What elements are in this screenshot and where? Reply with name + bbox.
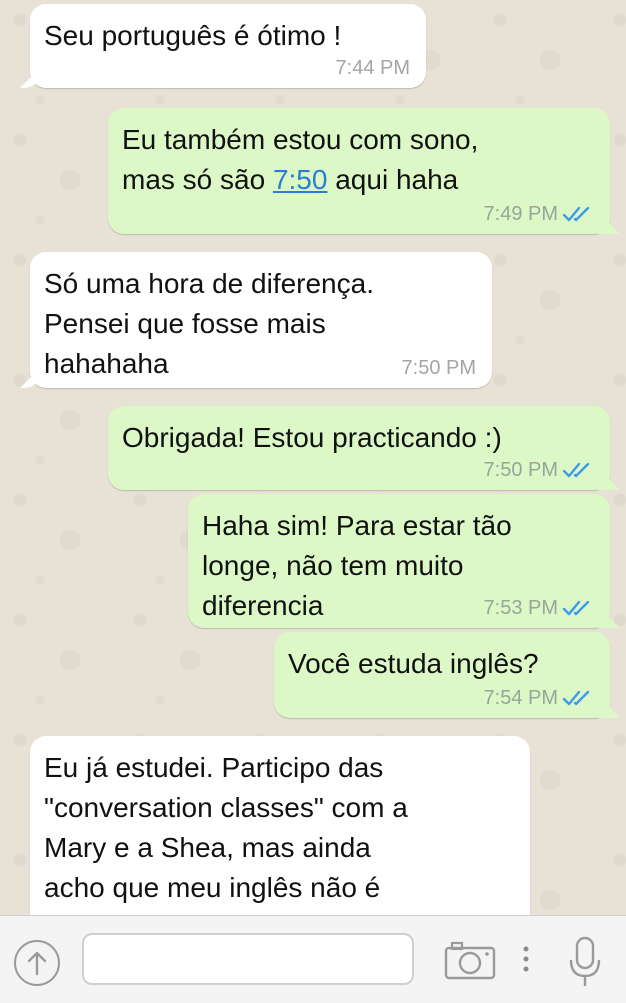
message-text: Pensei que fosse mais [44, 308, 326, 339]
message-bubble-outgoing[interactable]: Você estuda inglês? 7:54 PM [274, 632, 610, 718]
message-time: 7:54 PM [483, 687, 558, 709]
message-text: Só uma hora de diferença. [44, 268, 374, 299]
double-check-icon [562, 462, 590, 478]
double-check-icon [562, 206, 590, 222]
message-text: Eu também estou com sono, [122, 124, 479, 155]
voice-record-button[interactable] [568, 934, 602, 990]
more-button[interactable] [522, 944, 530, 974]
message-text-part: mas só são [122, 164, 273, 195]
message-bubble-incoming[interactable]: Eu já estudei. Participo das "conversati… [30, 736, 530, 915]
message-bubble-incoming[interactable]: Seu português é ótimo ! 7:44 PM [30, 4, 426, 88]
double-check-icon [562, 690, 590, 706]
message-text: Mary e a Shea, mas ainda [44, 832, 371, 863]
message-bubble-outgoing[interactable]: Eu também estou com sono, mas só são 7:5… [108, 108, 610, 234]
message-text: "conversation classes" com a [44, 792, 408, 823]
message-list[interactable]: Seu português é ótimo ! 7:44 PM Eu també… [0, 0, 626, 915]
message-input[interactable] [82, 933, 414, 985]
message-text: longe, não tem muito [202, 550, 464, 581]
message-input-bar [0, 915, 626, 1003]
message-meta: 7:49 PM [484, 202, 594, 226]
message-time: 7:49 PM [483, 203, 558, 225]
microphone-icon [569, 936, 601, 986]
camera-button[interactable] [444, 940, 496, 980]
double-check-icon [562, 600, 590, 616]
message-meta: 7:53 PM [484, 596, 594, 620]
message-text: Obrigada! Estou practicando :) [122, 422, 502, 453]
message-meta: 7:50 PM [484, 458, 594, 482]
upload-icon [27, 951, 47, 976]
message-text-line2: mas só são 7:50 aqui haha [122, 160, 594, 200]
message-time: 7:44 PM [335, 57, 410, 79]
message-bubble-incoming[interactable]: Só uma hora de diferença. Pensei que fos… [30, 252, 492, 388]
message-time: 7:50 PM [401, 357, 476, 379]
message-text: b [44, 908, 514, 915]
camera-icon [444, 941, 496, 980]
more-vertical-icon [523, 946, 529, 972]
message-text-part: aqui haha [327, 164, 459, 195]
message-text: Haha sim! Para estar tão [202, 510, 512, 541]
message-meta: 7:44 PM [336, 56, 410, 80]
message-text: Você estuda inglês? [288, 648, 539, 679]
message-meta: 7:50 PM [402, 356, 476, 380]
upload-button[interactable] [14, 940, 60, 986]
message-text: Seu português é ótimo ! [44, 20, 342, 51]
message-meta: 7:54 PM [484, 686, 594, 710]
time-link[interactable]: 7:50 [273, 164, 328, 195]
message-bubble-outgoing[interactable]: Obrigada! Estou practicando :) 7:50 PM [108, 406, 610, 490]
message-text: acho que meu inglês não é [44, 872, 381, 903]
message-time: 7:50 PM [483, 459, 558, 481]
message-bubble-outgoing[interactable]: Haha sim! Para estar tão longe, não tem … [188, 494, 610, 628]
message-time: 7:53 PM [483, 597, 558, 619]
message-text: Eu já estudei. Participo das [44, 752, 384, 783]
